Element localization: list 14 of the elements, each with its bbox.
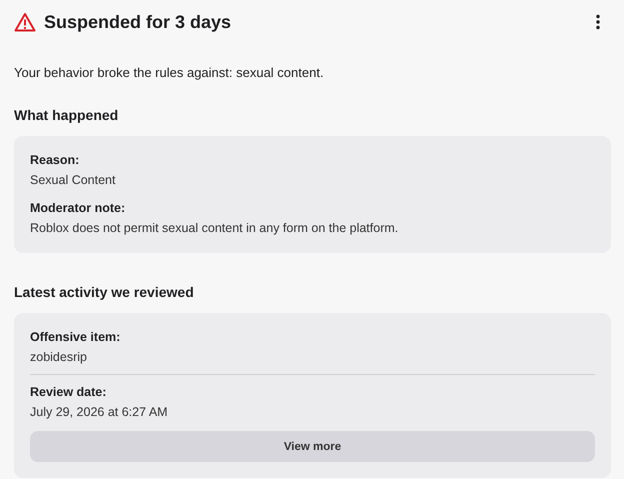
field-label: Moderator note: [30, 200, 126, 217]
field-value: Roblox does not permit sexual content in any form on the platform. [30, 220, 400, 237]
title: Suspended for 3 days [44, 12, 232, 32]
field-label: Review date: [30, 384, 108, 401]
section-heading: What happened [14, 106, 120, 124]
view-more-button[interactable]: View more [30, 431, 595, 462]
warning-icon [14, 12, 36, 32]
field-label: Offensive item: [30, 329, 122, 346]
section-heading: Latest activity we reviewed [14, 283, 195, 301]
field-value: Sexual Content [30, 172, 116, 189]
description: Your behavior broke the rules against: sexual content. [14, 64, 325, 82]
field-value: zobidesrip [30, 349, 88, 366]
field-label: Reason: [30, 152, 80, 169]
field-value: July 29, 2026 at 6:27 AM [30, 404, 169, 421]
